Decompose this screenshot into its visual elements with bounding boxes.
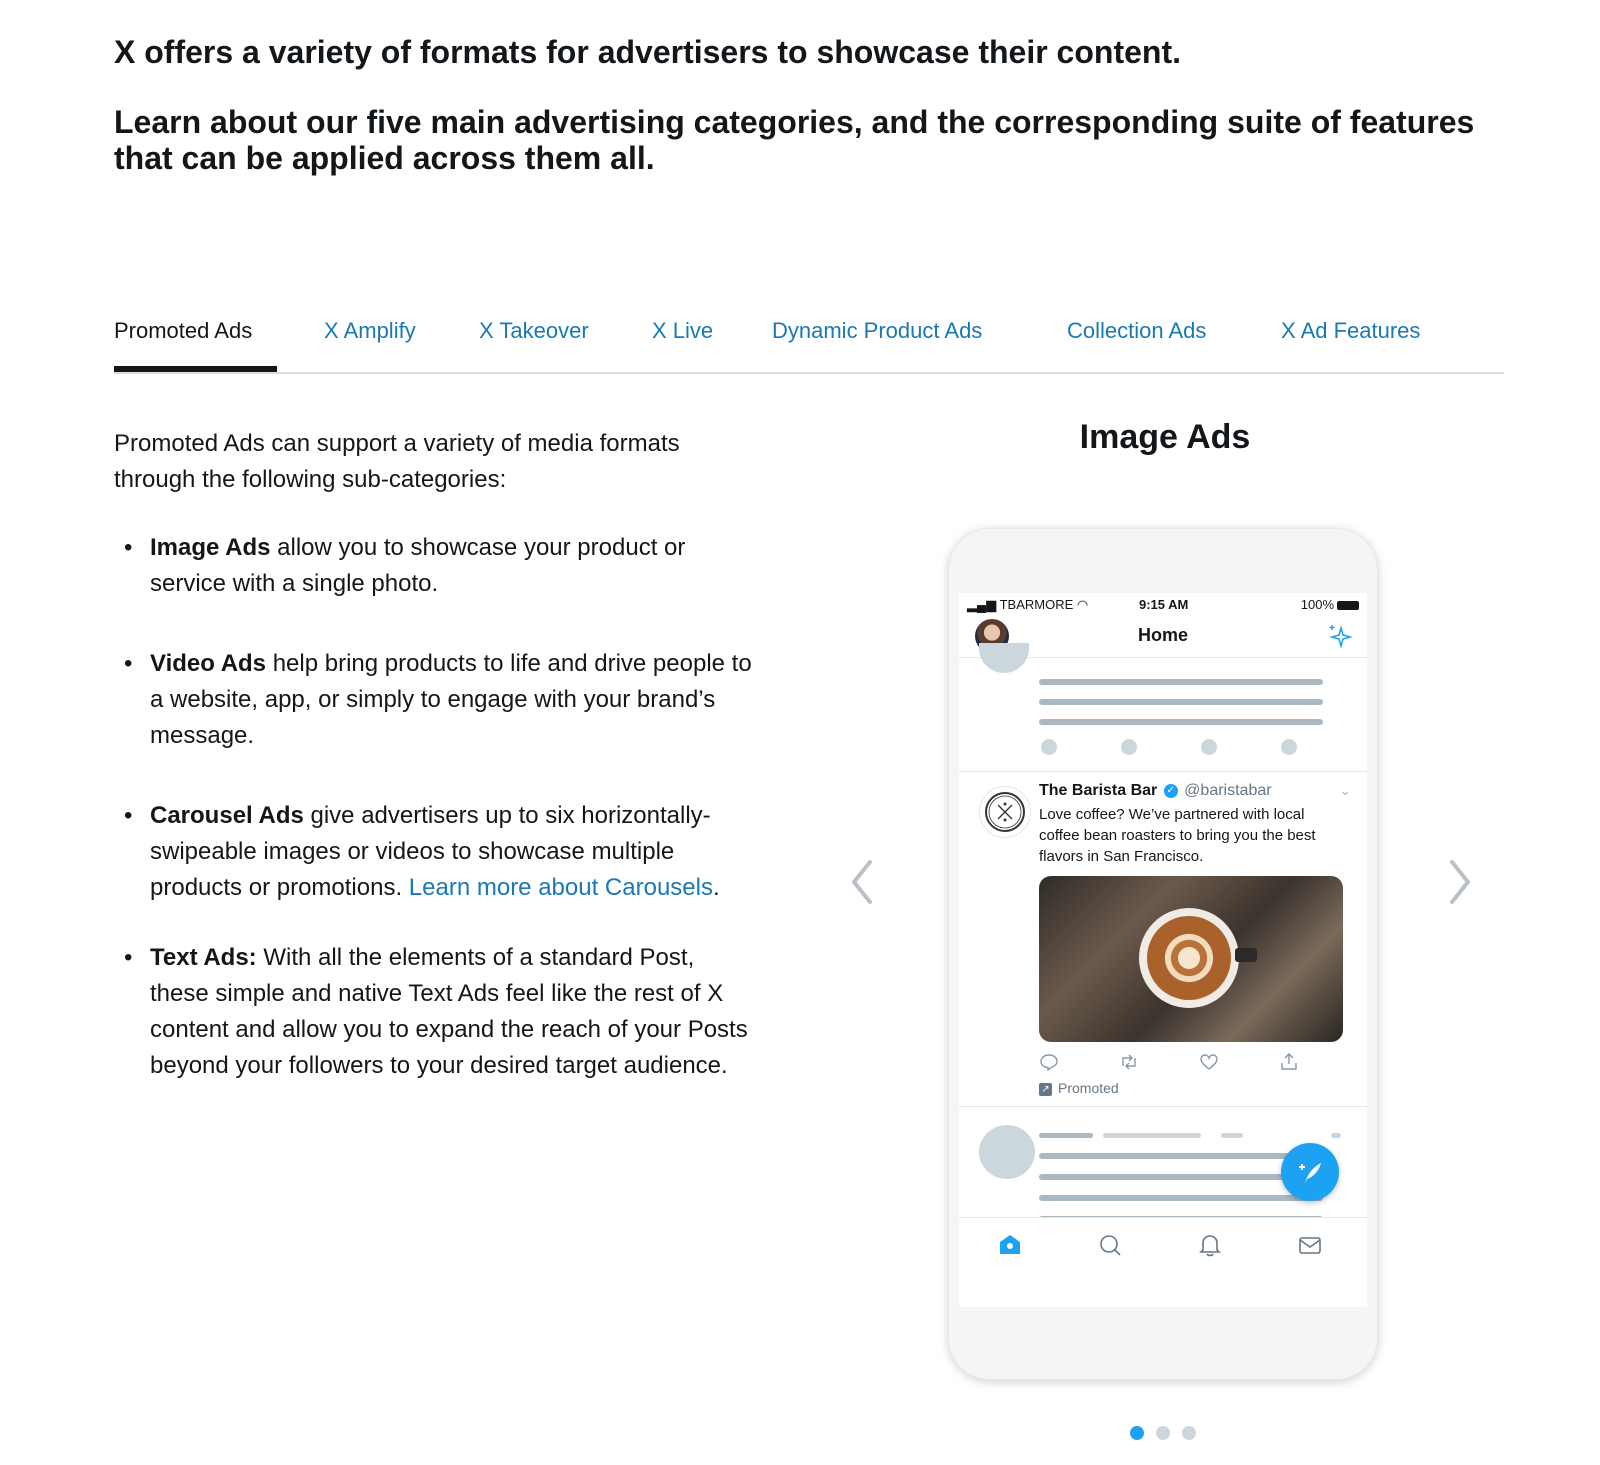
brand-logo-icon — [985, 792, 1025, 832]
retweet-icon[interactable] — [1119, 1052, 1139, 1072]
battery-icon — [1337, 601, 1359, 611]
notifications-tab-icon[interactable] — [1197, 1232, 1223, 1258]
tab-dynamic-product-ads[interactable]: Dynamic Product Ads — [772, 318, 982, 344]
list-item-text-ads: Text Ads: With all the elements of a sta… — [114, 940, 754, 1084]
skeleton-dot — [1281, 739, 1297, 755]
bullet-text-end: . — [712, 874, 720, 901]
compose-quill-icon — [1299, 1163, 1321, 1183]
promoted-tweet[interactable]: The Barista Bar ✓ @baristabar ⌄ Love cof… — [959, 771, 1367, 1107]
carrier-name: TBARMORE — [999, 597, 1074, 612]
tweet-author-handle[interactable]: @baristabar — [1184, 782, 1271, 799]
bottom-tab-bar — [959, 1217, 1367, 1274]
verified-badge-icon: ✓ — [1163, 783, 1178, 798]
share-icon[interactable] — [1279, 1052, 1299, 1072]
carousel-prev-button[interactable] — [842, 852, 882, 912]
status-time: 9:15 AM — [1139, 597, 1189, 612]
list-item-image-ads: Image Ads allow you to showcase your pro… — [114, 530, 754, 602]
active-tab-indicator — [114, 366, 277, 372]
carousel-dot-1[interactable] — [1130, 1426, 1144, 1440]
skeleton-line — [1039, 1153, 1323, 1159]
tab-x-amplify[interactable]: X Amplify — [324, 318, 416, 344]
signal-icon: ▂▄▆ — [967, 597, 1000, 612]
phone-mockup: ▂▄▆ TBARMORE ◠ 9:15 AM 100% Home The Bar… — [948, 528, 1378, 1380]
chevron-left-icon — [852, 860, 872, 904]
carousel-slide-title: Image Ads — [1079, 418, 1251, 456]
tweet-text: Love coffee? We’ve partnered with local … — [1039, 806, 1316, 865]
skeleton-line — [1039, 719, 1323, 725]
tweet-author-name[interactable]: The Barista Bar — [1039, 782, 1157, 799]
coffee-cup — [1139, 908, 1239, 1008]
skeleton-line — [1039, 1195, 1323, 1201]
status-bar: ▂▄▆ TBARMORE ◠ 9:15 AM 100% — [959, 593, 1367, 615]
search-tab-icon[interactable] — [1097, 1232, 1123, 1258]
barista-bar-avatar[interactable] — [979, 786, 1031, 838]
messages-tab-icon[interactable] — [1297, 1232, 1323, 1258]
tab-collection-ads[interactable]: Collection Ads — [1067, 318, 1206, 344]
page-title: X offers a variety of formats for advert… — [114, 34, 1181, 70]
skeleton-dot — [1121, 739, 1137, 755]
bullet-title: Video Ads — [150, 650, 267, 677]
skeleton-avatar — [979, 1125, 1035, 1179]
skeleton-dot — [1041, 739, 1057, 755]
chevron-down-icon[interactable]: ⌄ — [1339, 782, 1351, 799]
ad-subcategory-list: Image Ads allow you to showcase your pro… — [114, 530, 754, 1084]
carousel-dot-2[interactable] — [1156, 1426, 1170, 1440]
tweet-actions — [1039, 1052, 1309, 1072]
skeleton-line — [1039, 699, 1323, 705]
cup-handle — [1235, 948, 1257, 962]
compose-tweet-button[interactable] — [1281, 1143, 1339, 1201]
skeleton-line — [1331, 1133, 1341, 1138]
tab-x-live[interactable]: X Live — [652, 318, 713, 344]
skeleton-line — [1039, 1133, 1093, 1138]
reply-icon[interactable] — [1039, 1052, 1059, 1072]
like-icon[interactable] — [1199, 1052, 1219, 1072]
carousel-next-button[interactable] — [1440, 852, 1480, 912]
sparkle-icon[interactable] — [1327, 623, 1353, 649]
wifi-icon: ◠ — [1076, 597, 1089, 612]
skeleton-line — [1221, 1133, 1243, 1138]
intro-text: Promoted Ads can support a variety of me… — [114, 430, 680, 493]
chevron-right-icon — [1450, 860, 1470, 904]
skeleton-dot — [1201, 739, 1217, 755]
tab-x-takeover[interactable]: X Takeover — [479, 318, 589, 344]
list-item-video-ads: Video Ads help bring products to life an… — [114, 646, 754, 754]
learn-more-carousels-link[interactable]: Learn more about Carousels — [409, 874, 713, 901]
tab-x-ad-features[interactable]: X Ad Features — [1281, 318, 1420, 344]
phone-screen: ▂▄▆ TBARMORE ◠ 9:15 AM 100% Home The Bar… — [959, 593, 1367, 1307]
home-tab-icon[interactable] — [997, 1232, 1023, 1258]
carousel-dot-3[interactable] — [1182, 1426, 1196, 1440]
latte-art-image[interactable] — [1039, 876, 1343, 1042]
ad-category-tabs: Promoted Ads X Amplify X Takeover X Live… — [114, 310, 1504, 374]
bullet-title: Carousel Ads — [150, 802, 304, 829]
promoted-label: Promoted — [1058, 1080, 1119, 1096]
skeleton-line — [1103, 1133, 1201, 1138]
bullet-title: Image Ads — [150, 534, 271, 561]
battery-percent: 100% — [1300, 597, 1334, 612]
list-item-carousel-ads: Carousel Ads give advertisers up to six … — [114, 798, 754, 906]
bullet-title: Text Ads: — [150, 944, 257, 971]
skeleton-avatar — [979, 643, 1029, 673]
promoted-icon: ↗ — [1039, 1082, 1052, 1096]
tab-promoted-ads[interactable]: Promoted Ads — [114, 318, 252, 344]
skeleton-line — [1039, 679, 1323, 685]
page-subtitle: Learn about our five main advertising ca… — [114, 104, 1475, 176]
